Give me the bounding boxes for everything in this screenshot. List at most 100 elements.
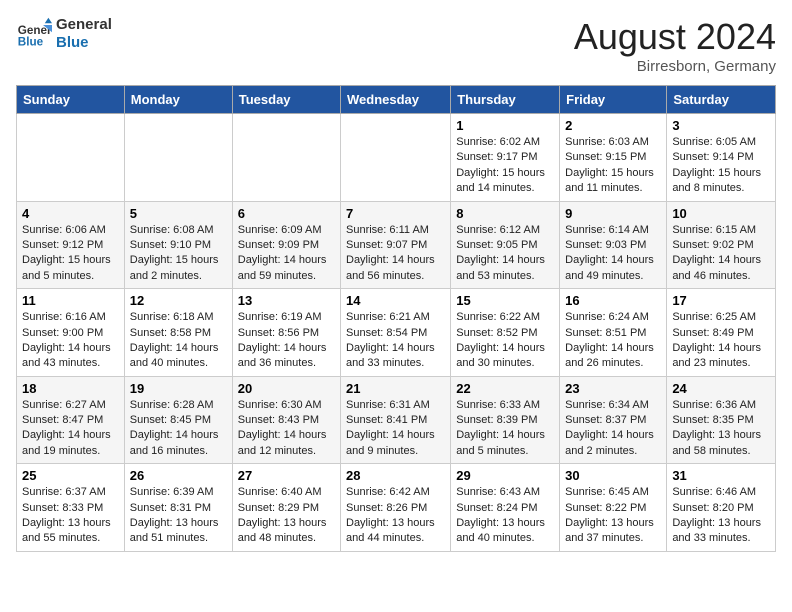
calendar-day-cell: 31 Sunrise: 6:46 AMSunset: 8:20 PMDayligh… bbox=[667, 464, 776, 552]
day-number: 3 bbox=[672, 118, 770, 133]
weekday-header-cell: Friday bbox=[560, 86, 667, 114]
day-number: 4 bbox=[22, 206, 119, 221]
calendar-day-cell: 15 Sunrise: 6:22 AMSunset: 8:52 PMDayligh… bbox=[451, 289, 560, 377]
day-info: Sunrise: 6:37 AMSunset: 8:33 PMDaylight:… bbox=[22, 485, 119, 547]
calendar-day-cell: 23 Sunrise: 6:34 AMSunset: 8:37 PMDayligh… bbox=[560, 376, 667, 464]
calendar-day-cell: 17Sunrise: 6:25 AMSunset: 8:49 PMDayligh… bbox=[667, 289, 776, 377]
calendar-day-cell: 29Sunrise: 6:43 AMSunset: 8:24 PMDayligh… bbox=[451, 464, 560, 552]
calendar-day-cell: 9 Sunrise: 6:14 AMSunset: 9:03 PMDaylight… bbox=[560, 201, 667, 289]
day-number: 2 bbox=[565, 118, 661, 133]
day-number: 1 bbox=[456, 118, 554, 133]
calendar-day-cell: 24 Sunrise: 6:36 AMSunset: 8:35 PMDayligh… bbox=[667, 376, 776, 464]
calendar-table: SundayMondayTuesdayWednesdayThursdayFrid… bbox=[16, 85, 776, 552]
day-number: 25 bbox=[22, 468, 119, 483]
calendar-week-row: 1 Sunrise: 6:02 AMSunset: 9:17 PMDaylight… bbox=[17, 114, 776, 202]
calendar-body: 1 Sunrise: 6:02 AMSunset: 9:17 PMDaylight… bbox=[17, 114, 776, 552]
day-info: Sunrise: 6:36 AMSunset: 8:35 PMDaylight:… bbox=[672, 398, 770, 460]
day-number: 21 bbox=[346, 381, 445, 396]
weekday-header-cell: Wednesday bbox=[341, 86, 451, 114]
day-number: 26 bbox=[130, 468, 227, 483]
day-number: 31 bbox=[672, 468, 770, 483]
day-info: Sunrise: 6:34 AMSunset: 8:37 PMDaylight:… bbox=[565, 398, 661, 460]
logo: General Blue General Blue bbox=[16, 16, 112, 52]
calendar-day-cell: 28Sunrise: 6:42 AMSunset: 8:26 PMDayligh… bbox=[341, 464, 451, 552]
day-number: 27 bbox=[238, 468, 335, 483]
day-number: 6 bbox=[238, 206, 335, 221]
weekday-header-cell: Monday bbox=[124, 86, 232, 114]
calendar-week-row: 11 Sunrise: 6:16 AMSunset: 9:00 PMDayligh… bbox=[17, 289, 776, 377]
day-number: 8 bbox=[456, 206, 554, 221]
logo-text-blue: Blue bbox=[56, 34, 112, 52]
day-number: 23 bbox=[565, 381, 661, 396]
calendar-day-cell: 20Sunrise: 6:30 AMSunset: 8:43 PMDayligh… bbox=[232, 376, 340, 464]
day-number: 16 bbox=[565, 293, 661, 308]
calendar-day-cell: 13 Sunrise: 6:19 AMSunset: 8:56 PMDayligh… bbox=[232, 289, 340, 377]
calendar-day-cell: 10 Sunrise: 6:15 AMSunset: 9:02 PMDayligh… bbox=[667, 201, 776, 289]
calendar-day-cell bbox=[232, 114, 340, 202]
day-number: 29 bbox=[456, 468, 554, 483]
day-number: 18 bbox=[22, 381, 119, 396]
day-info: Sunrise: 6:12 AMSunset: 9:05 PMDaylight:… bbox=[456, 223, 554, 285]
day-info: Sunrise: 6:02 AMSunset: 9:17 PMDaylight:… bbox=[456, 135, 554, 197]
day-info: Sunrise: 6:03 AMSunset: 9:15 PMDaylight:… bbox=[565, 135, 661, 197]
day-number: 17 bbox=[672, 293, 770, 308]
title-block: August 2024 Birresborn, Germany bbox=[574, 16, 776, 75]
day-number: 10 bbox=[672, 206, 770, 221]
calendar-day-cell: 25 Sunrise: 6:37 AMSunset: 8:33 PMDayligh… bbox=[17, 464, 125, 552]
day-number: 15 bbox=[456, 293, 554, 308]
calendar-day-cell: 27 Sunrise: 6:40 AMSunset: 8:29 PMDayligh… bbox=[232, 464, 340, 552]
calendar-week-row: 4 Sunrise: 6:06 AMSunset: 9:12 PMDaylight… bbox=[17, 201, 776, 289]
day-number: 24 bbox=[672, 381, 770, 396]
weekday-header-cell: Tuesday bbox=[232, 86, 340, 114]
calendar-day-cell: 3Sunrise: 6:05 AMSunset: 9:14 PMDaylight… bbox=[667, 114, 776, 202]
day-number: 30 bbox=[565, 468, 661, 483]
day-info: Sunrise: 6:06 AMSunset: 9:12 PMDaylight:… bbox=[22, 223, 119, 285]
calendar-day-cell bbox=[341, 114, 451, 202]
day-info: Sunrise: 6:16 AMSunset: 9:00 PMDaylight:… bbox=[22, 310, 119, 372]
day-number: 12 bbox=[130, 293, 227, 308]
calendar-day-cell: 1 Sunrise: 6:02 AMSunset: 9:17 PMDaylight… bbox=[451, 114, 560, 202]
calendar-title: August 2024 bbox=[574, 16, 776, 58]
calendar-day-cell: 5 Sunrise: 6:08 AMSunset: 9:10 PMDaylight… bbox=[124, 201, 232, 289]
calendar-day-cell: 8 Sunrise: 6:12 AMSunset: 9:05 PMDaylight… bbox=[451, 201, 560, 289]
day-info: Sunrise: 6:18 AMSunset: 8:58 PMDaylight:… bbox=[130, 310, 227, 372]
day-number: 14 bbox=[346, 293, 445, 308]
day-info: Sunrise: 6:08 AMSunset: 9:10 PMDaylight:… bbox=[130, 223, 227, 285]
day-info: Sunrise: 6:33 AMSunset: 8:39 PMDaylight:… bbox=[456, 398, 554, 460]
day-number: 11 bbox=[22, 293, 119, 308]
calendar-day-cell: 4 Sunrise: 6:06 AMSunset: 9:12 PMDaylight… bbox=[17, 201, 125, 289]
day-info: Sunrise: 6:40 AMSunset: 8:29 PMDaylight:… bbox=[238, 485, 335, 547]
calendar-day-cell: 19Sunrise: 6:28 AMSunset: 8:45 PMDayligh… bbox=[124, 376, 232, 464]
calendar-day-cell bbox=[17, 114, 125, 202]
calendar-day-cell: 30Sunrise: 6:45 AMSunset: 8:22 PMDayligh… bbox=[560, 464, 667, 552]
day-info: Sunrise: 6:15 AMSunset: 9:02 PMDaylight:… bbox=[672, 223, 770, 285]
calendar-day-cell: 11 Sunrise: 6:16 AMSunset: 9:00 PMDayligh… bbox=[17, 289, 125, 377]
calendar-day-cell: 21 Sunrise: 6:31 AMSunset: 8:41 PMDayligh… bbox=[341, 376, 451, 464]
weekday-header-cell: Saturday bbox=[667, 86, 776, 114]
calendar-day-cell bbox=[124, 114, 232, 202]
day-info: Sunrise: 6:09 AMSunset: 9:09 PMDaylight:… bbox=[238, 223, 335, 285]
day-number: 13 bbox=[238, 293, 335, 308]
calendar-day-cell: 7 Sunrise: 6:11 AMSunset: 9:07 PMDaylight… bbox=[341, 201, 451, 289]
calendar-week-row: 25 Sunrise: 6:37 AMSunset: 8:33 PMDayligh… bbox=[17, 464, 776, 552]
day-info: Sunrise: 6:19 AMSunset: 8:56 PMDaylight:… bbox=[238, 310, 335, 372]
day-info: Sunrise: 6:11 AMSunset: 9:07 PMDaylight:… bbox=[346, 223, 445, 285]
day-number: 22 bbox=[456, 381, 554, 396]
day-number: 9 bbox=[565, 206, 661, 221]
day-number: 28 bbox=[346, 468, 445, 483]
calendar-week-row: 18Sunrise: 6:27 AMSunset: 8:47 PMDayligh… bbox=[17, 376, 776, 464]
day-info: Sunrise: 6:30 AMSunset: 8:43 PMDaylight:… bbox=[238, 398, 335, 460]
day-info: Sunrise: 6:39 AMSunset: 8:31 PMDaylight:… bbox=[130, 485, 227, 547]
calendar-subtitle: Birresborn, Germany bbox=[574, 58, 776, 75]
day-info: Sunrise: 6:14 AMSunset: 9:03 PMDaylight:… bbox=[565, 223, 661, 285]
day-number: 7 bbox=[346, 206, 445, 221]
day-info: Sunrise: 6:22 AMSunset: 8:52 PMDaylight:… bbox=[456, 310, 554, 372]
day-info: Sunrise: 6:28 AMSunset: 8:45 PMDaylight:… bbox=[130, 398, 227, 460]
calendar-day-cell: 16 Sunrise: 6:24 AMSunset: 8:51 PMDayligh… bbox=[560, 289, 667, 377]
page-header: General Blue General Blue August 2024 Bi… bbox=[16, 16, 776, 75]
day-info: Sunrise: 6:31 AMSunset: 8:41 PMDaylight:… bbox=[346, 398, 445, 460]
calendar-day-cell: 18Sunrise: 6:27 AMSunset: 8:47 PMDayligh… bbox=[17, 376, 125, 464]
day-info: Sunrise: 6:24 AMSunset: 8:51 PMDaylight:… bbox=[565, 310, 661, 372]
day-info: Sunrise: 6:46 AMSunset: 8:20 PMDaylight:… bbox=[672, 485, 770, 547]
day-number: 5 bbox=[130, 206, 227, 221]
